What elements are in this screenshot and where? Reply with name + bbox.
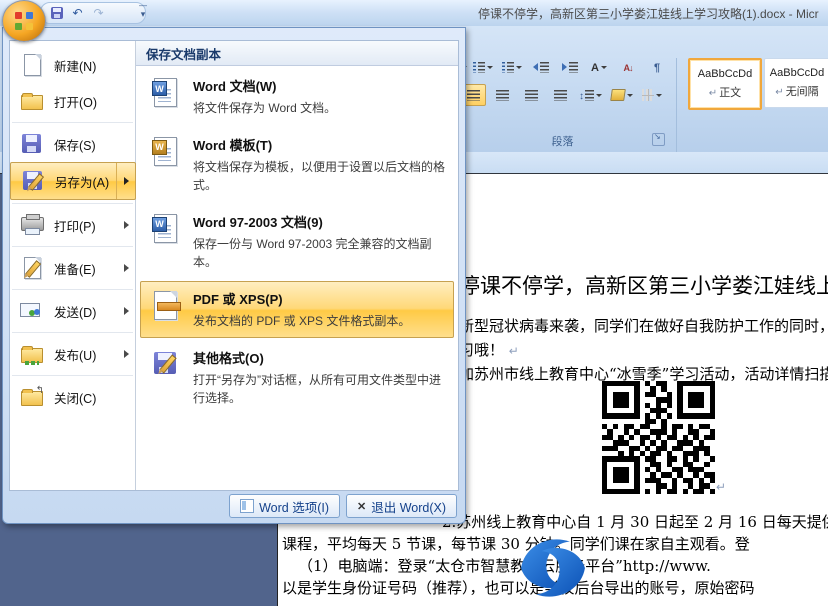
customize-qat-icon[interactable]: [136, 2, 150, 20]
menu-item-save-as[interactable]: 另存为(A): [10, 162, 136, 200]
menu-item-print[interactable]: 打印(P): [10, 207, 135, 243]
doc-heading: 停课不停学，高新区第三小学娄江娃线上学: [459, 270, 828, 300]
menu-separator: [12, 332, 133, 333]
menu-separator: [12, 375, 133, 376]
submenu-arrow-icon: [124, 221, 129, 229]
menu-item-prepare[interactable]: 准备(E): [10, 250, 135, 286]
new-document-icon: [20, 53, 44, 77]
save-as-icon: [21, 169, 45, 193]
paragraph-group-label: 段落: [552, 136, 574, 148]
undo-icon[interactable]: [70, 6, 85, 21]
doc-paragraph: 新型冠状病毒来袭，同学们在做好自我防护工作的同时，可以: [459, 315, 828, 336]
swirl-watermark-logo: [506, 530, 600, 606]
increase-indent-button[interactable]: [557, 56, 583, 78]
submenu-item-other-formats[interactable]: 其他格式(O) 打开“另存为”对话框，从所有可用文件类型中进行选择。: [140, 340, 454, 415]
office-menu: 新建(N) 打开(O) 保存(S) 另存为(A): [2, 27, 466, 524]
style-preview: AaBbCcDd: [765, 67, 828, 79]
redo-icon[interactable]: [91, 6, 106, 21]
office-menu-left-column: 新建(N) 打开(O) 保存(S) 另存为(A): [10, 41, 136, 490]
office-button[interactable]: [2, 0, 46, 42]
title-bar: 停课不停学，高新区第三小学娄江娃线上学习攻略(1).docx - Micr: [0, 0, 828, 27]
align-center-button[interactable]: [489, 84, 515, 106]
submenu-item-pdf-xps[interactable]: PDF 或 XPS(P) 发布文档的 PDF 或 XPS 文件格式副本。: [140, 281, 454, 338]
menu-item-save[interactable]: 保存(S): [10, 126, 135, 162]
menu-item-close[interactable]: 关闭(C): [10, 379, 135, 415]
options-icon: [240, 499, 254, 513]
paragraph-mark: ↵: [509, 344, 519, 358]
group-separator: [676, 58, 677, 162]
window-title: 停课不停学，高新区第三小学娄江娃线上学习攻略(1).docx - Micr: [478, 5, 819, 22]
style-label: 无间隔: [786, 86, 819, 98]
multilevel-list-button[interactable]: [499, 56, 525, 78]
submenu-item-word-97-2003[interactable]: Word 97-2003 文档(9) 保存一份与 Word 97-2003 完全…: [140, 204, 454, 279]
send-icon: [20, 299, 44, 323]
menu-separator: [12, 289, 133, 290]
style-label: 正文: [719, 87, 741, 99]
other-formats-icon: [149, 348, 183, 382]
word-window: 停课不停学，高新区第三小学娄江娃线上学习攻略(1).docx - Micr: [0, 0, 828, 606]
close-icon: [357, 499, 366, 513]
word-template-icon: [149, 135, 183, 169]
doc-paragraph: 2.苏州线上教育中心自 1 月 30 日起至 2 月 16 日每天提供小学一至: [442, 511, 828, 532]
word-options-button[interactable]: Word 选项(I): [229, 494, 340, 518]
pilcrow-icon: ↵: [775, 87, 783, 98]
submenu-arrow-icon: [124, 264, 129, 272]
paragraph-mark: ↵: [716, 480, 726, 494]
submenu-arrow-icon: [124, 177, 129, 185]
shading-button[interactable]: [608, 84, 636, 106]
show-hide-paragraph-button[interactable]: [644, 56, 670, 78]
close-folder-icon: [20, 385, 44, 409]
submenu-header: 保存文档副本: [136, 41, 458, 66]
printer-icon: [20, 213, 44, 237]
office-menu-footer: Word 选项(I) 退出 Word(X): [9, 493, 459, 519]
submenu-arrow-icon: [124, 307, 129, 315]
borders-button[interactable]: [639, 84, 665, 106]
menu-item-send[interactable]: 发送(D): [10, 293, 135, 329]
justify-button[interactable]: [547, 84, 573, 106]
office-logo-icon: [15, 12, 33, 30]
menu-separator: [12, 122, 133, 123]
prepare-icon: [20, 256, 44, 280]
word-document-icon: [149, 76, 183, 110]
style-no-spacing[interactable]: AaBbCcDd ↵无间隔: [764, 58, 828, 108]
quick-access-toolbar: [40, 2, 146, 24]
save-as-submenu: 保存文档副本 Word 文档(W) 将文件保存为 Word 文档。 Word 模…: [136, 41, 458, 490]
menu-separator: [12, 203, 133, 204]
doc-paragraph: 习哦！ ↵: [459, 339, 519, 360]
style-normal[interactable]: AaBbCcDd ↵正文: [688, 58, 762, 110]
word-97-2003-icon: [149, 212, 183, 246]
align-right-button[interactable]: [518, 84, 544, 106]
sort-button[interactable]: [615, 56, 641, 78]
exit-word-button[interactable]: 退出 Word(X): [346, 494, 457, 518]
style-preview: AaBbCcDd: [690, 68, 760, 80]
qr-code: [602, 381, 715, 494]
menu-item-new[interactable]: 新建(N): [10, 47, 135, 83]
pdf-xps-icon: [149, 289, 183, 323]
paragraph-dialog-launcher-icon[interactable]: [652, 133, 665, 146]
submenu-arrow-icon: [124, 350, 129, 358]
paragraph-group: 段落: [460, 56, 670, 148]
decrease-indent-button[interactable]: [528, 56, 554, 78]
save-icon: [20, 132, 44, 156]
numbering-button[interactable]: [470, 56, 496, 78]
save-icon[interactable]: [49, 6, 64, 21]
menu-item-publish[interactable]: 发布(U): [10, 336, 135, 372]
submenu-item-word-document[interactable]: Word 文档(W) 将文件保存为 Word 文档。: [140, 68, 454, 125]
publish-icon: [20, 342, 44, 366]
menu-item-open[interactable]: 打开(O): [10, 83, 135, 119]
submenu-item-word-template[interactable]: Word 模板(T) 将文档保存为模板，以便用于设置以后文档的格式。: [140, 127, 454, 202]
menu-separator: [12, 246, 133, 247]
open-folder-icon: [20, 89, 44, 113]
pilcrow-icon: ↵: [709, 88, 717, 99]
line-spacing-button[interactable]: [576, 84, 605, 106]
doc-paragraph: （1）电脑端：登录“太仓市智慧教育云服务平台”http://www.: [298, 555, 711, 576]
asian-layout-button[interactable]: [586, 56, 612, 78]
